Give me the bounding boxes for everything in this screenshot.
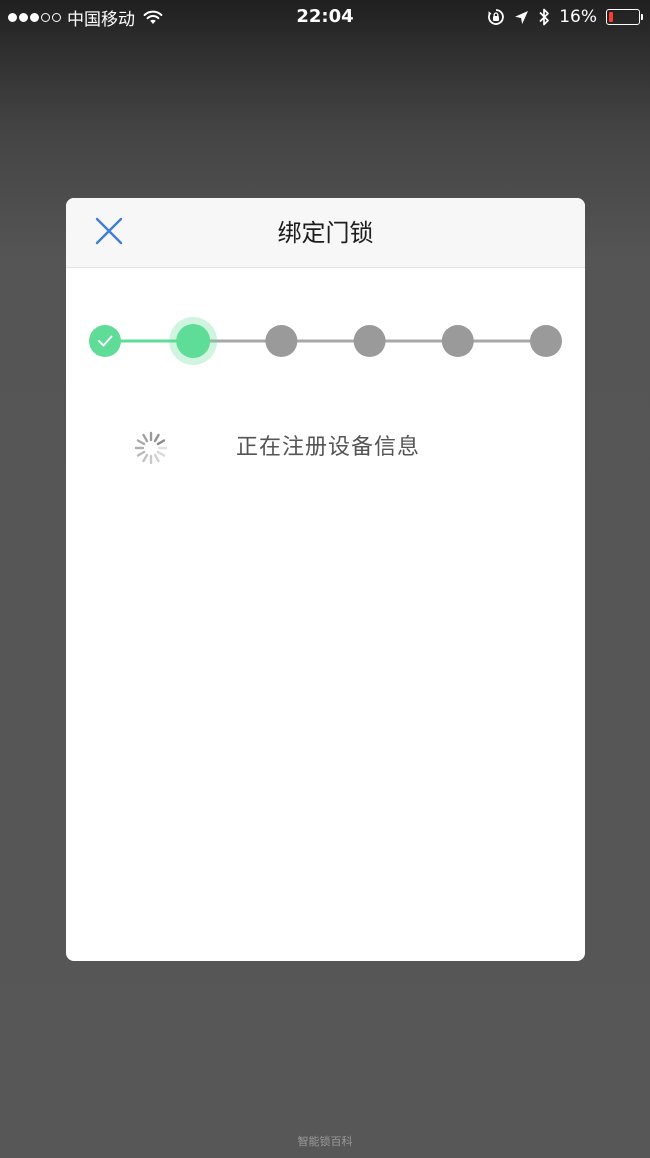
spinner-spoke: [153, 433, 160, 443]
spinner-spoke: [142, 453, 149, 463]
bluetooth-icon: [539, 8, 550, 26]
spinner-spoke: [142, 433, 149, 443]
status-message: 正在注册设备信息: [236, 435, 421, 460]
battery-icon: [606, 9, 643, 25]
step-pending: [265, 325, 298, 357]
spinner-spoke: [156, 450, 166, 457]
loading-spinner-icon: [134, 431, 168, 465]
location-arrow-icon: [515, 10, 529, 24]
bind-lock-dialog: 绑定门锁 正在注册设备信息: [66, 198, 585, 961]
spinner-spoke: [156, 439, 166, 446]
orientation-lock-icon: [488, 9, 505, 25]
step-completed: [89, 325, 121, 357]
status-right: 16%: [487, 6, 643, 28]
step-pending: [353, 325, 386, 357]
battery-percent: 16%: [559, 7, 597, 27]
status-row: 正在注册设备信息: [66, 425, 585, 471]
progress-stepper: [89, 317, 562, 365]
step-active: [169, 317, 218, 365]
spinner-spoke: [153, 453, 160, 463]
dialog-header: 绑定门锁: [66, 198, 585, 268]
spinner-spoke: [136, 439, 146, 446]
watermark: 智能锁百科: [297, 1135, 353, 1148]
status-bar: 中国移动 22:04 16%: [0, 0, 650, 34]
spinner-spoke: [136, 450, 146, 457]
step-pending: [530, 325, 562, 357]
dialog-title: 绑定门锁: [277, 219, 374, 247]
battery-fill: [609, 12, 613, 22]
step-pending: [441, 325, 474, 357]
